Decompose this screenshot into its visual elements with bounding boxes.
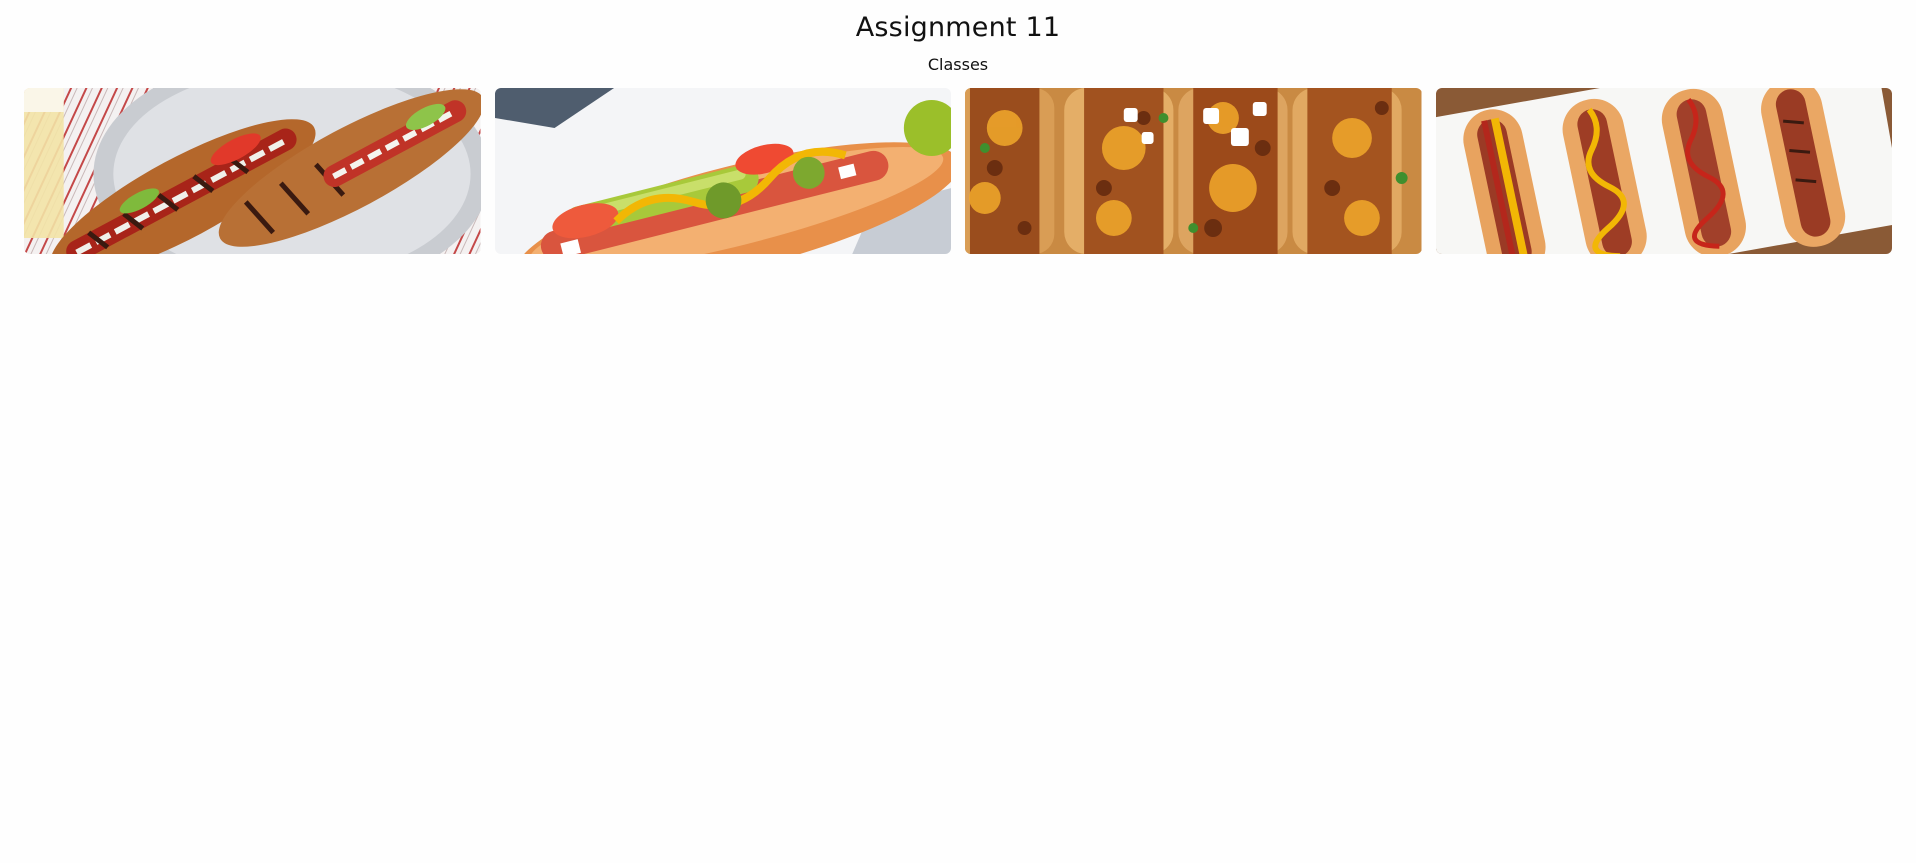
gallery-image-chicago-hot-dog — [494, 88, 951, 254]
hot-dogs-tray-image — [1435, 88, 1892, 254]
image-gallery — [24, 88, 1892, 254]
grilled-hot-dogs-image — [24, 88, 481, 254]
page-title: Assignment 11 — [855, 12, 1061, 43]
chili-cheese-hot-dogs-image — [965, 88, 1422, 254]
gallery-image-grilled-hot-dogs — [24, 88, 481, 254]
gallery-image-chili-cheese-hot-dogs — [965, 88, 1422, 254]
gallery-image-hot-dogs-tray — [1435, 88, 1892, 254]
page-subtitle: Classes — [927, 55, 989, 74]
chicago-hot-dog-image — [494, 88, 951, 254]
